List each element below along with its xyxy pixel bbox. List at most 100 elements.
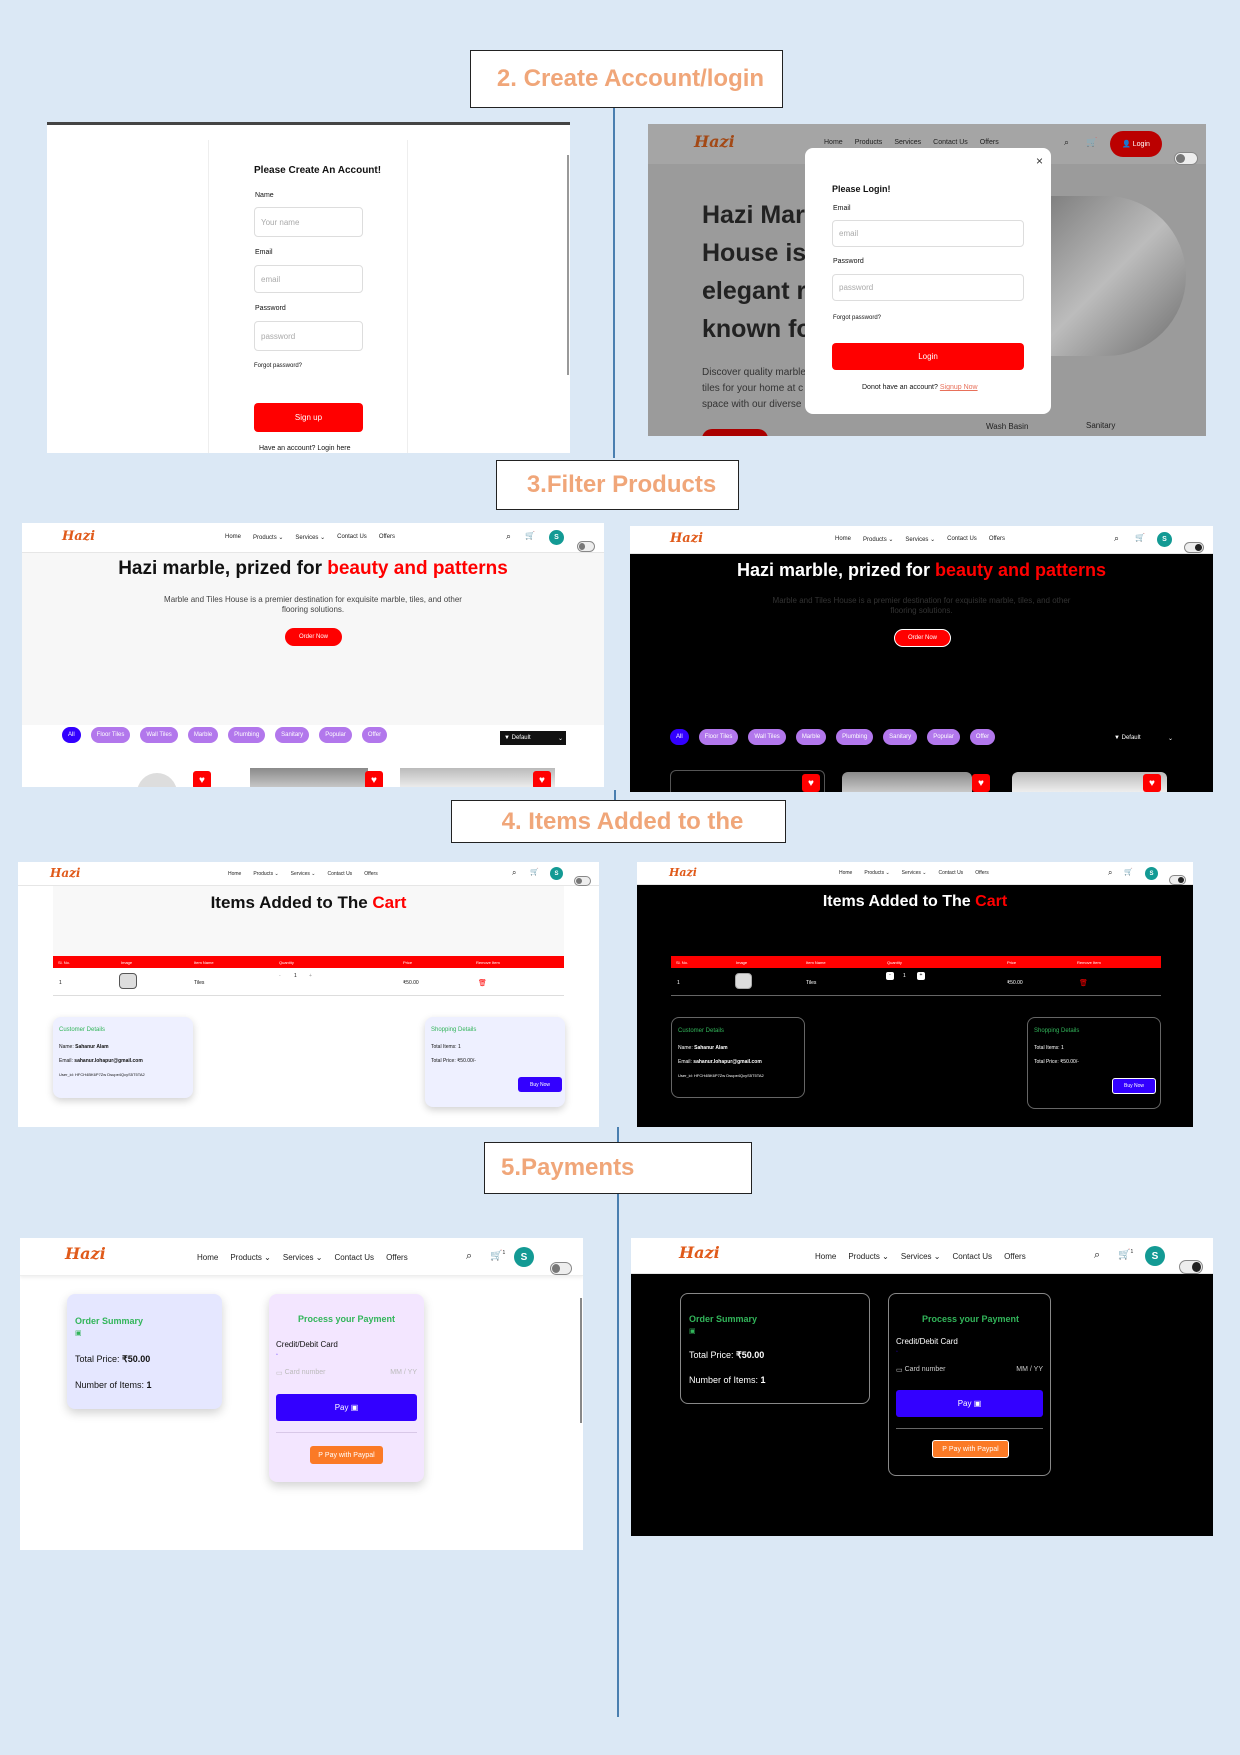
nav-services[interactable]: Services xyxy=(894,139,921,146)
nav-contact[interactable]: Contact Us xyxy=(933,139,968,146)
pill-plumbing[interactable]: Plumbing xyxy=(836,729,874,745)
card-number-field[interactable]: ▭ Card number MM / YY xyxy=(276,1369,417,1377)
paypal-button[interactable]: P Pay with Paypal xyxy=(932,1440,1009,1458)
signup-button[interactable]: Sign up xyxy=(254,403,363,432)
scrollbar[interactable] xyxy=(567,155,569,375)
cart-icon[interactable]: 🛒1 xyxy=(490,1250,505,1261)
forgot-password-link[interactable]: Forgot password? xyxy=(254,363,302,369)
pill-floor-tiles[interactable]: Floor Tiles xyxy=(698,729,739,745)
pill-wall-tiles[interactable]: Wall Tiles xyxy=(140,727,178,743)
scrollbar[interactable] xyxy=(580,1298,582,1423)
search-icon[interactable]: ⌕ xyxy=(466,1250,472,1263)
nav-home[interactable]: Home xyxy=(228,871,241,877)
pill-offer[interactable]: Offer xyxy=(361,727,388,743)
heart-icon[interactable]: ♥ xyxy=(533,771,551,787)
login-email-field[interactable]: email xyxy=(832,220,1024,247)
login-here-link[interactable]: Login here xyxy=(317,445,350,452)
nav-services[interactable]: Services ⌄ xyxy=(291,871,316,877)
buy-now-button[interactable]: Buy Now xyxy=(518,1077,562,1092)
heart-icon[interactable]: ♥ xyxy=(1143,774,1161,792)
pay-button[interactable]: Pay ▣ xyxy=(896,1390,1043,1417)
theme-toggle[interactable] xyxy=(1179,1259,1203,1274)
logo[interactable]: Hazi xyxy=(670,531,703,546)
login-submit-button[interactable]: Login xyxy=(832,343,1024,370)
pill-popular[interactable]: Popular xyxy=(927,729,960,745)
qty-minus[interactable]: - xyxy=(886,972,894,980)
logo[interactable]: Hazi xyxy=(50,866,81,880)
pill-offer[interactable]: Offer xyxy=(969,729,996,745)
login-password-field[interactable]: password xyxy=(832,274,1024,301)
nav-home[interactable]: Home xyxy=(839,870,852,876)
logo[interactable]: Hazi xyxy=(669,866,697,879)
pill-marble[interactable]: Marble xyxy=(187,727,219,743)
nav-offers[interactable]: Offers xyxy=(989,536,1005,543)
nav-home[interactable]: Home xyxy=(815,1252,836,1261)
nav-contact[interactable]: Contact Us xyxy=(334,1253,374,1262)
nav-services[interactable]: Services ⌄ xyxy=(901,1252,941,1261)
order-now-button[interactable]: Order Now xyxy=(285,628,342,646)
cart-icon[interactable]: 🛒 xyxy=(530,868,539,876)
email-field[interactable]: email xyxy=(254,265,363,293)
nav-home[interactable]: Home xyxy=(197,1253,218,1262)
qty-plus[interactable]: + xyxy=(309,973,312,979)
nav-products[interactable]: Products ⌄ xyxy=(848,1252,889,1261)
login-forgot-link[interactable]: Forgot password? xyxy=(833,315,881,321)
pay-button[interactable]: Pay ▣ xyxy=(276,1394,417,1421)
heart-icon[interactable]: ♥ xyxy=(972,774,990,792)
nav-products[interactable]: Products ⌄ xyxy=(863,536,893,543)
qty-minus[interactable]: - xyxy=(279,973,281,979)
search-icon[interactable]: ⌕ xyxy=(1108,868,1112,878)
nav-contact[interactable]: Contact Us xyxy=(327,871,352,877)
nav-home[interactable]: Home xyxy=(835,536,851,543)
heart-icon[interactable]: ♥ xyxy=(365,771,383,787)
nav-contact[interactable]: Contact Us xyxy=(938,870,963,876)
heart-icon[interactable]: ♥ xyxy=(193,771,211,787)
pill-floor-tiles[interactable]: Floor Tiles xyxy=(90,727,131,743)
pill-wall-tiles[interactable]: Wall Tiles xyxy=(748,729,786,745)
logo[interactable]: Hazi xyxy=(679,1243,720,1262)
logo[interactable]: Hazi xyxy=(694,132,735,151)
pill-all[interactable]: All xyxy=(670,729,689,745)
cart-icon[interactable]: 🛒 xyxy=(1124,868,1133,876)
pill-sanitary[interactable]: Sanitary xyxy=(883,729,918,745)
cart-icon[interactable]: 🛒 xyxy=(1135,533,1145,542)
theme-toggle[interactable] xyxy=(577,541,595,552)
search-icon[interactable]: ⌕ xyxy=(512,868,516,878)
nav-contact[interactable]: Contact Us xyxy=(952,1252,992,1261)
sort-select[interactable]: ▼ Default ⌄ xyxy=(500,731,566,745)
nav-products[interactable]: Products ⌄ xyxy=(230,1253,271,1262)
nav-offers[interactable]: Offers xyxy=(364,871,378,877)
cart-icon[interactable]: 🛒 xyxy=(525,531,535,540)
search-icon[interactable]: ⌕ xyxy=(506,531,511,542)
cart-icon[interactable]: 🛒1 xyxy=(1118,1249,1133,1260)
theme-toggle[interactable] xyxy=(1184,542,1204,553)
close-icon[interactable]: × xyxy=(1036,154,1043,168)
sort-select[interactable]: ▼ Default ⌄ xyxy=(1110,731,1176,745)
trash-icon[interactable]: 🗑 xyxy=(1079,979,1088,987)
pill-popular[interactable]: Popular xyxy=(319,727,352,743)
search-icon[interactable]: ⌕ xyxy=(1064,137,1069,148)
nav-products[interactable]: Products ⌄ xyxy=(253,534,283,541)
nav-offers[interactable]: Offers xyxy=(975,870,989,876)
nav-services[interactable]: Services ⌄ xyxy=(295,534,325,541)
trash-icon[interactable]: 🗑 xyxy=(478,979,487,987)
logo[interactable]: Hazi xyxy=(65,1244,106,1263)
pill-all[interactable]: All xyxy=(62,727,81,743)
theme-toggle[interactable] xyxy=(1169,875,1186,885)
pill-marble[interactable]: Marble xyxy=(795,729,827,745)
password-field[interactable]: password xyxy=(254,321,363,351)
theme-toggle[interactable] xyxy=(550,1262,572,1275)
buy-now-button[interactable]: Buy Now xyxy=(1112,1078,1156,1094)
theme-toggle[interactable] xyxy=(1174,151,1198,165)
card-number-field[interactable]: ▭ Card number MM / YY xyxy=(896,1366,1043,1374)
nav-services[interactable]: Services ⌄ xyxy=(283,1253,323,1262)
search-icon[interactable]: ⌕ xyxy=(1114,533,1119,544)
avatar[interactable]: S xyxy=(549,530,564,545)
order-now-button[interactable]: Order Now xyxy=(894,629,951,647)
nav-contact[interactable]: Contact Us xyxy=(947,536,977,543)
nav-services[interactable]: Services ⌄ xyxy=(902,870,927,876)
nav-offers[interactable]: Offers xyxy=(980,139,999,146)
avatar[interactable]: S xyxy=(1145,1246,1165,1266)
nav-products[interactable]: Products xyxy=(855,139,883,146)
nav-home[interactable]: Home xyxy=(225,534,241,541)
